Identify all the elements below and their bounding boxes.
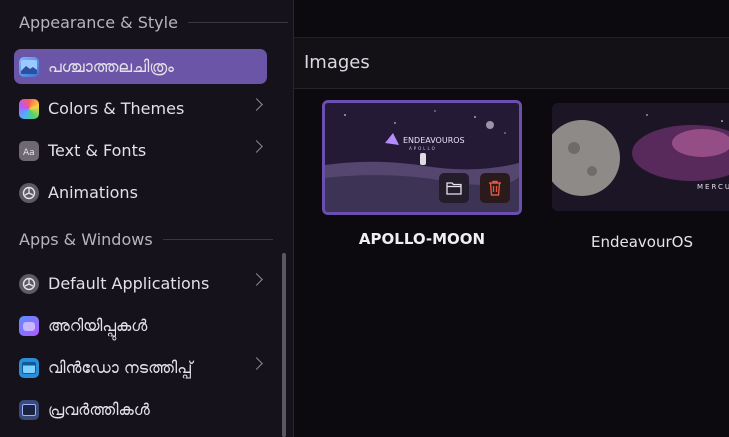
svg-text:Aa: Aa: [23, 148, 35, 158]
sidebar-item-label: പ്രവർത്തികൾ: [48, 399, 150, 419]
sidebar-item-notifications[interactable]: അറിയിപ്പുകൾ: [14, 308, 267, 343]
sidebar-item-colors-themes[interactable]: Colors & Themes: [14, 91, 267, 126]
section-header-apps: Apps & Windows: [19, 230, 273, 249]
thumbnail-overlay-text: MERCUR: [697, 183, 729, 191]
sidebar-item-label: Colors & Themes: [48, 99, 185, 118]
sidebar: Appearance & Style പശ്ചാത്തലചിത്രം Color…: [0, 0, 294, 437]
chevron-right-icon: [250, 357, 263, 370]
top-bar: [294, 0, 729, 38]
divider: [162, 239, 273, 240]
window-management-icon: [19, 357, 39, 378]
chevron-right-icon: [250, 273, 263, 286]
sidebar-item-wallpaper[interactable]: പശ്ചാത്തലചിത്രം: [14, 49, 267, 84]
color-palette-icon: [19, 98, 39, 119]
notifications-icon: [19, 315, 39, 336]
animation-icon: [19, 182, 39, 203]
main-panel: Images ENDEAVOUROS APOLLO APOLLO-MOON ME…: [294, 0, 729, 437]
section-header-label: Apps & Windows: [19, 230, 153, 249]
font-icon: Aa: [19, 140, 39, 161]
open-folder-button[interactable]: [439, 173, 469, 203]
sidebar-item-default-applications[interactable]: Default Applications: [14, 266, 267, 301]
sidebar-scrollbar[interactable]: [282, 253, 286, 437]
folder-icon: [446, 182, 462, 195]
sidebar-item-label: അറിയിപ്പുകൾ: [48, 315, 148, 335]
sidebar-item-label: Animations: [48, 183, 138, 202]
sidebar-item-animations[interactable]: Animations: [14, 175, 267, 210]
trash-icon: [489, 180, 501, 196]
wallpaper-label: APOLLO-MOON: [358, 230, 486, 248]
default-apps-icon: [19, 273, 39, 294]
wallpaper-thumbnail[interactable]: MERCUR: [552, 103, 729, 211]
wallpaper-label: EndeavourOS: [591, 233, 693, 251]
sidebar-item-label: Text & Fonts: [48, 141, 147, 160]
sidebar-item-window-management[interactable]: വിൻഡോ നടത്തിപ്പ്: [14, 350, 267, 385]
sidebar-item-label: Default Applications: [48, 274, 210, 293]
delete-wallpaper-button[interactable]: [480, 173, 510, 203]
sidebar-item-text-fonts[interactable]: Aa Text & Fonts: [14, 133, 267, 168]
divider: [187, 22, 288, 23]
wallpaper-thumbnail[interactable]: ENDEAVOUROS APOLLO: [322, 100, 522, 215]
thumbnail-logo-text: ENDEAVOUROS: [403, 136, 465, 145]
section-header-appearance: Appearance & Style: [19, 13, 288, 32]
wallpaper-icon: [19, 56, 39, 77]
sidebar-item-activities[interactable]: പ്രവർത്തികൾ: [14, 392, 267, 427]
section-header-label: Appearance & Style: [19, 13, 178, 32]
chevron-right-icon: [250, 98, 263, 111]
thumbnail-logo-subtext: APOLLO: [409, 146, 437, 151]
chevron-right-icon: [250, 140, 263, 153]
images-title: Images: [304, 52, 370, 73]
sidebar-item-label: വിൻഡോ നടത്തിപ്പ്: [48, 357, 193, 377]
images-header: Images: [294, 38, 729, 89]
activities-icon: [19, 399, 39, 420]
sidebar-item-label: പശ്ചാത്തലചിത്രം: [48, 56, 174, 76]
